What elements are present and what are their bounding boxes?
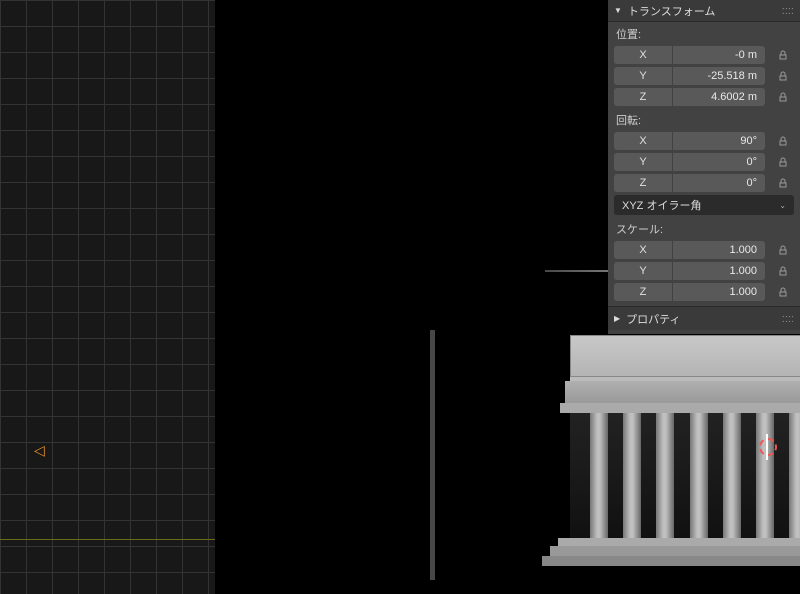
viewport-left[interactable]: ◁ <box>0 0 215 594</box>
transform-panel-header[interactable]: ▼ トランスフォーム :::: <box>608 0 800 22</box>
rotation-z-axis[interactable]: Z <box>614 174 672 192</box>
rotation-z-value[interactable]: 0° <box>673 174 765 192</box>
location-y-axis[interactable]: Y <box>614 67 672 85</box>
properties-panel-header[interactable]: ▶ プロパティ :::: <box>608 306 800 330</box>
column <box>690 413 708 538</box>
column <box>590 413 608 538</box>
scale-x-axis[interactable]: X <box>614 241 672 259</box>
axis-x-line <box>0 539 215 540</box>
lock-icon[interactable] <box>773 92 793 102</box>
camera-marker-icon[interactable]: ◁ <box>34 442 45 459</box>
disclosure-down-icon: ▼ <box>614 6 622 15</box>
location-y-value[interactable]: -25.518 m <box>673 67 765 85</box>
entablature-top <box>570 335 800 377</box>
lock-icon[interactable] <box>773 157 793 167</box>
chevron-down-icon: ⌄ <box>779 201 786 210</box>
3d-cursor-icon[interactable] <box>759 438 777 456</box>
rotation-mode-select[interactable]: XYZ オイラー角 ⌄ <box>614 195 794 215</box>
location-z-value[interactable]: 4.6002 m <box>673 88 765 106</box>
transform-title: トランスフォーム <box>628 3 715 19</box>
lock-icon[interactable] <box>773 50 793 60</box>
frieze <box>565 381 800 403</box>
lock-icon[interactable] <box>773 245 793 255</box>
column <box>723 413 741 538</box>
position-label: 位置: <box>608 22 800 44</box>
scale-y-value[interactable]: 1.000 <box>673 262 765 280</box>
lock-icon[interactable] <box>773 266 793 276</box>
stylobate-1 <box>558 538 800 546</box>
lock-icon[interactable] <box>773 287 793 297</box>
scale-y-axis[interactable]: Y <box>614 262 672 280</box>
rotation-y-axis[interactable]: Y <box>614 153 672 171</box>
location-z-axis[interactable]: Z <box>614 88 672 106</box>
rotation-mode-value: XYZ オイラー角 <box>622 197 701 213</box>
stylobate-2 <box>550 546 800 556</box>
grid-overlay <box>0 0 215 594</box>
lock-icon[interactable] <box>773 178 793 188</box>
column <box>656 413 674 538</box>
architrave <box>560 403 800 413</box>
properties-title: プロパティ <box>626 311 680 327</box>
scale-x-value[interactable]: 1.000 <box>673 241 765 259</box>
location-x-axis[interactable]: X <box>614 46 672 64</box>
rotation-x-axis[interactable]: X <box>614 132 672 150</box>
colonnade <box>570 413 800 538</box>
disclosure-right-icon: ▶ <box>614 314 620 323</box>
rotation-label: 回転: <box>608 108 800 130</box>
column <box>789 413 800 538</box>
scale-label: スケール: <box>608 217 800 239</box>
transform-panel: ▼ トランスフォーム :::: 位置: X -0 m Y -25.518 m Z… <box>608 0 800 334</box>
column <box>623 413 641 538</box>
grip-icon[interactable]: :::: <box>782 313 794 325</box>
grip-icon[interactable]: :::: <box>782 5 794 17</box>
stylobate-3 <box>542 556 800 566</box>
lock-icon[interactable] <box>773 136 793 146</box>
scale-z-value[interactable]: 1.000 <box>673 283 765 301</box>
rotation-y-value[interactable]: 0° <box>673 153 765 171</box>
column <box>756 413 774 538</box>
rotation-x-value[interactable]: 90° <box>673 132 765 150</box>
lock-icon[interactable] <box>773 71 793 81</box>
scale-z-axis[interactable]: Z <box>614 283 672 301</box>
render-wall-edge <box>430 330 435 580</box>
location-x-value[interactable]: -0 m <box>673 46 765 64</box>
